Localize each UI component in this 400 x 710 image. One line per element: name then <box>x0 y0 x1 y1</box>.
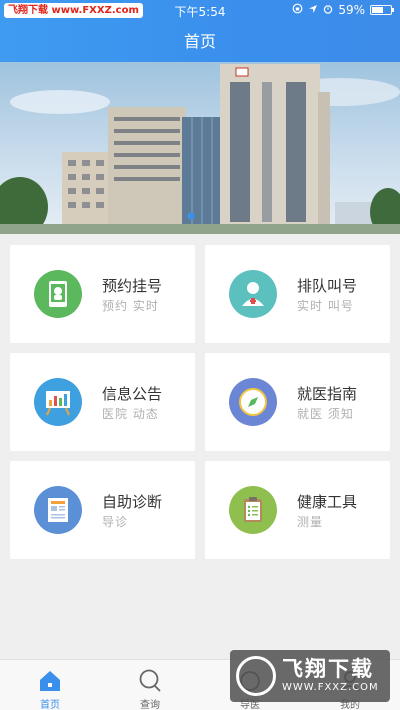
watermark-logo-url: WWW.FXXZ.COM <box>282 682 379 693</box>
card-health-tools[interactable]: 健康工具 测量 <box>205 461 390 559</box>
tablet-doctor-icon <box>34 270 82 318</box>
card-appointment[interactable]: 预约挂号 预约 实时 <box>10 245 195 343</box>
watermark-logo-text: 飞翔下载 <box>282 657 374 681</box>
tab-label: 查询 <box>140 700 160 710</box>
page-title: 首页 <box>183 32 216 51</box>
status-right: 59% <box>292 3 394 17</box>
watermark-logo: 飞翔下载 WWW.FXXZ.COM <box>230 650 390 702</box>
card-title: 就医指南 <box>297 385 358 403</box>
card-subtitle: 就医 须知 <box>297 407 354 421</box>
card-title: 排队叫号 <box>297 277 358 295</box>
tab-search[interactable]: 查询 <box>100 660 200 710</box>
card-subtitle: 医院 动态 <box>102 407 159 421</box>
home-icon <box>37 668 63 694</box>
card-subtitle: 测量 <box>297 515 324 529</box>
hospital-building-image <box>0 64 400 234</box>
alarm-icon <box>323 3 333 17</box>
battery-text: 59% <box>338 3 365 17</box>
nurse-icon <box>229 270 277 318</box>
hospital-banner[interactable] <box>0 62 400 234</box>
header-bar: 飞翔下载 www.FXXZ.com 下午5:54 59% 首页 <box>0 0 400 62</box>
card-queue[interactable]: 排队叫号 实时 叫号 <box>205 245 390 343</box>
search-icon <box>137 668 163 694</box>
card-subtitle: 导诊 <box>102 515 129 529</box>
presentation-board-icon <box>34 378 82 426</box>
card-announcement[interactable]: 信息公告 医院 动态 <box>10 353 195 451</box>
watermark-logo-mark <box>236 656 276 696</box>
card-title: 预约挂号 <box>102 277 163 295</box>
card-title: 信息公告 <box>102 385 163 403</box>
card-subtitle: 实时 叫号 <box>297 299 354 313</box>
card-title: 自助诊断 <box>102 493 163 511</box>
tab-home[interactable]: 首页 <box>0 660 100 710</box>
status-bar: 飞翔下载 www.FXXZ.com 下午5:54 59% <box>0 0 400 22</box>
card-self-diagnosis[interactable]: 自助诊断 导诊 <box>10 461 195 559</box>
location-icon <box>308 3 318 17</box>
card-title: 健康工具 <box>297 493 358 511</box>
tab-label: 首页 <box>40 700 60 710</box>
card-guide[interactable]: 就医指南 就医 须知 <box>205 353 390 451</box>
document-icon <box>34 486 82 534</box>
lock-rotation-icon <box>292 3 303 17</box>
compass-icon <box>229 378 277 426</box>
battery-icon <box>370 5 394 15</box>
card-subtitle: 预约 实时 <box>102 299 159 313</box>
clipboard-icon <box>229 486 277 534</box>
